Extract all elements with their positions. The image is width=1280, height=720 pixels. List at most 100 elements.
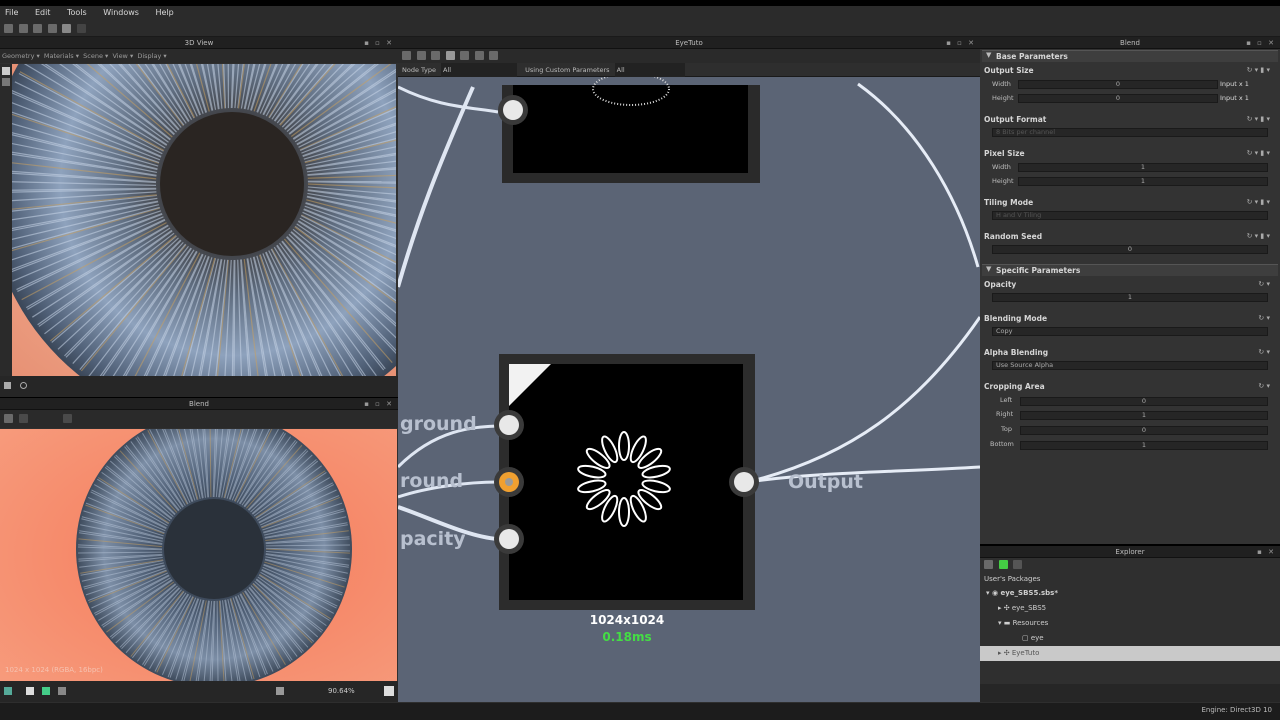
camera-reset-icon[interactable] xyxy=(4,382,11,389)
undo-icon[interactable] xyxy=(62,24,72,33)
opacity-label: pacity xyxy=(400,528,466,550)
blending-mode-select[interactable]: Copy xyxy=(992,327,1268,336)
output-width-field[interactable]: 0 xyxy=(1018,80,1218,89)
fit-icon[interactable] xyxy=(276,687,284,695)
menu-edit[interactable]: Edit xyxy=(35,8,51,17)
tree-item-graph-folder[interactable]: ▸ ✣ eye_SBS5 xyxy=(980,601,1280,616)
opacity-slider[interactable]: 1 xyxy=(992,293,1268,302)
open-icon[interactable] xyxy=(18,24,28,33)
pixel-width-value: 1 xyxy=(1140,163,1146,171)
custom-params-select[interactable]: All xyxy=(614,63,685,77)
param-options-icon[interactable]: ↻ ▾ xyxy=(1258,280,1270,288)
node-type-select[interactable]: All xyxy=(441,63,518,77)
pupil-2d xyxy=(164,499,264,599)
alpha-blending-select[interactable]: Use Source Alpha xyxy=(992,361,1268,370)
panel-window-buttons[interactable]: ▪ ▫ ✕ xyxy=(946,37,976,49)
background-icon[interactable] xyxy=(26,687,34,695)
crop-left-field[interactable]: 0 xyxy=(1020,397,1268,406)
tiling-mode-select[interactable]: H and V Tiling xyxy=(992,211,1268,220)
panel-window-buttons[interactable]: ▪ ▫ ✕ xyxy=(364,398,394,410)
zoom-value[interactable]: 90.64% xyxy=(328,681,355,702)
param-options-icon[interactable]: ↻ ▾ ▮ ▾ xyxy=(1247,115,1270,123)
package-name: eye_SBS5.sbs* xyxy=(1000,589,1059,597)
run-icon[interactable] xyxy=(998,560,1008,569)
param-options-icon[interactable]: ↻ ▾ xyxy=(1258,314,1270,322)
tree-item-resources[interactable]: ▾ ▬ Resources xyxy=(980,616,1280,631)
output-height-field[interactable]: 0 xyxy=(1018,94,1218,103)
menu-help[interactable]: Help xyxy=(156,8,174,17)
3d-menu-materials[interactable]: Materials xyxy=(44,52,74,60)
3d-menu-view[interactable]: View xyxy=(112,52,127,60)
tile-icon[interactable] xyxy=(18,414,28,423)
save-all-icon[interactable] xyxy=(47,24,57,33)
crop-right-field[interactable]: 1 xyxy=(1020,411,1268,420)
tree-item-package[interactable]: ▾ ◉ eye_SBS5.sbs* xyxy=(980,586,1280,601)
options-icon[interactable] xyxy=(489,51,499,60)
new-package-icon[interactable] xyxy=(984,560,993,569)
specific-parameters-section[interactable]: Specific Parameters xyxy=(982,264,1278,276)
menu-windows[interactable]: Windows xyxy=(103,8,139,17)
param-options-icon[interactable]: ↻ ▾ xyxy=(1258,382,1270,390)
save-icon[interactable] xyxy=(33,24,43,33)
menu-tools[interactable]: Tools xyxy=(67,8,87,17)
2d-viewport[interactable]: 1024 x 1024 (RGBA, 16bpc) xyxy=(0,429,397,681)
foreground-input-port[interactable] xyxy=(494,467,524,497)
tree-item-eye[interactable]: ▢ eye xyxy=(980,631,1280,646)
random-seed-field[interactable]: 0 xyxy=(992,245,1268,254)
background-input-port[interactable] xyxy=(494,410,524,440)
panel-window-buttons[interactable]: ▪ ▫ ✕ xyxy=(364,37,394,49)
pixel-width-label: Width xyxy=(992,163,1011,171)
3d-viewport[interactable] xyxy=(12,64,396,376)
blend-node[interactable] xyxy=(499,354,755,610)
redo-icon[interactable] xyxy=(76,24,86,33)
output-height-mode[interactable]: Input x 1 xyxy=(1220,94,1249,102)
tree-item-eyetuto[interactable]: ▸ ✣ EyeTuto xyxy=(980,646,1280,661)
filter-icon[interactable] xyxy=(63,414,73,423)
color-swatch-icon[interactable] xyxy=(4,687,12,695)
panel-window-buttons[interactable]: ▪ ✕ xyxy=(1257,546,1276,558)
base-parameters-title: Base Parameters xyxy=(996,52,1068,61)
param-options-icon[interactable]: ↻ ▾ xyxy=(1258,348,1270,356)
channel-icon[interactable] xyxy=(4,414,13,423)
align-icon[interactable] xyxy=(431,51,441,60)
timer-icon[interactable] xyxy=(474,51,484,60)
stop-icon[interactable] xyxy=(1013,560,1023,569)
frame-icon[interactable] xyxy=(416,51,426,60)
settings-icon[interactable] xyxy=(384,686,394,696)
rgb-icon[interactable] xyxy=(42,687,50,695)
alpha-icon[interactable] xyxy=(58,687,66,695)
grid-icon[interactable] xyxy=(402,51,411,60)
select-tool-icon[interactable] xyxy=(2,67,10,75)
light-tool-icon[interactable] xyxy=(2,78,10,86)
param-options-icon[interactable]: ↻ ▾ ▮ ▾ xyxy=(1247,66,1270,74)
param-options-icon[interactable]: ↻ ▾ ▮ ▾ xyxy=(1247,198,1270,206)
new-icon[interactable] xyxy=(4,24,13,33)
output-height-value: 0 xyxy=(1115,94,1121,102)
cropping-area-label: Cropping Area xyxy=(984,382,1045,391)
explorer-header: Explorer ▪ ✕ xyxy=(980,546,1280,558)
link-icon[interactable] xyxy=(19,382,27,389)
explorer-toolbar xyxy=(980,558,1280,572)
pixel-width-field[interactable]: 1 xyxy=(1018,163,1268,172)
crop-top-field[interactable]: 0 xyxy=(1020,426,1268,435)
param-options-icon[interactable]: ↻ ▾ ▮ ▾ xyxy=(1247,232,1270,240)
3d-menu-geometry[interactable]: Geometry xyxy=(2,52,34,60)
output-format-select[interactable]: 8 Bits per channel xyxy=(992,128,1268,137)
upper-node-input-port[interactable] xyxy=(498,95,528,125)
panel-window-buttons[interactable]: ▪ ▫ ✕ xyxy=(1246,37,1276,49)
node-icon[interactable] xyxy=(460,51,470,60)
crop-bottom-field[interactable]: 1 xyxy=(1020,441,1268,450)
pixel-height-field[interactable]: 1 xyxy=(1018,177,1268,186)
opacity-input-port[interactable] xyxy=(494,524,524,554)
param-options-icon[interactable]: ↻ ▾ ▮ ▾ xyxy=(1247,149,1270,157)
3d-menu-scene[interactable]: Scene xyxy=(83,52,103,60)
base-parameters-section[interactable]: Base Parameters xyxy=(982,50,1278,62)
properties-header: Blend ▪ ▫ ✕ xyxy=(980,37,1280,49)
comment-icon[interactable] xyxy=(445,51,455,60)
output-port[interactable] xyxy=(729,467,759,497)
menu-file[interactable]: File xyxy=(5,8,18,17)
3d-menu-display[interactable]: Display xyxy=(137,52,161,60)
2d-view-header: Blend ▪ ▫ ✕ xyxy=(0,398,398,410)
output-width-mode[interactable]: Input x 1 xyxy=(1220,80,1249,88)
explorer-title: Explorer xyxy=(1115,548,1145,556)
